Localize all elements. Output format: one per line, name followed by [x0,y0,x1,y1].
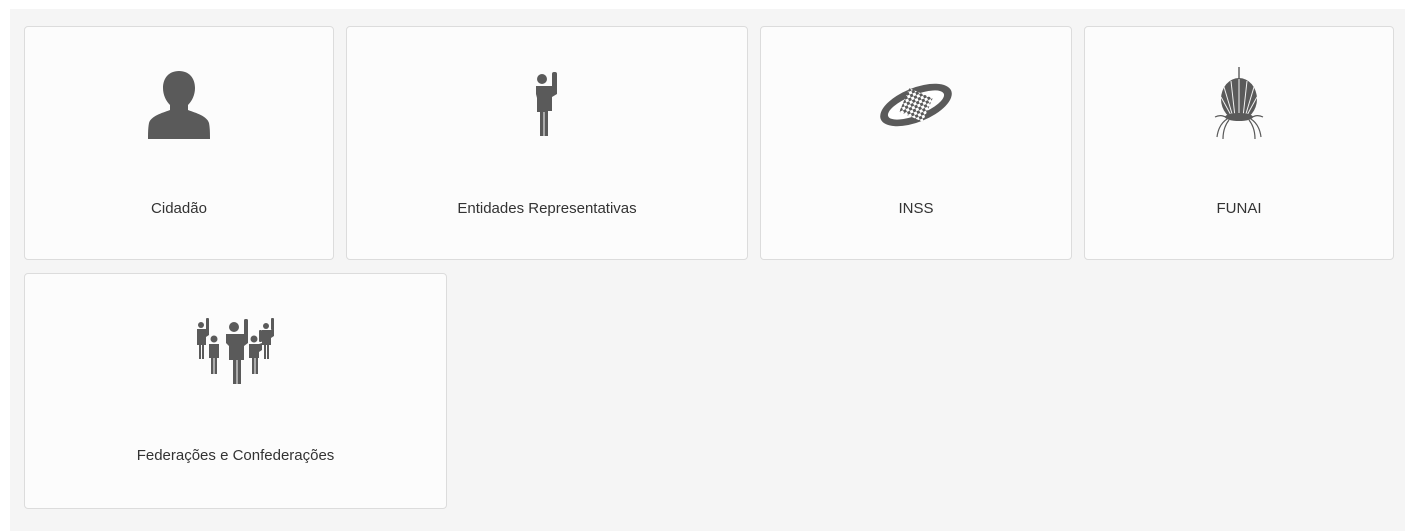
card-cidadao[interactable]: Cidadão [24,26,334,260]
card-label: Cidadão [151,200,207,217]
person-silhouette-icon [25,65,333,145]
card-federacoes-confederacoes[interactable]: Federações e Confederações [24,273,447,509]
card-entidades-representativas[interactable]: Entidades Representativas [346,26,748,260]
card-label: FUNAI [1216,200,1262,217]
funai-headdress-icon [1085,65,1393,145]
profile-selection-panel: Cidadão Entidades Representativas INSS F… [10,9,1405,531]
card-label: Entidades Representativas [457,200,637,217]
raised-hand-person-icon [347,65,747,145]
card-label: INSS [898,200,934,217]
group-raised-hands-icon [25,312,446,392]
inss-logo-icon [761,65,1071,145]
card-inss[interactable]: INSS [760,26,1072,260]
card-funai[interactable]: FUNAI [1084,26,1394,260]
card-label: Federações e Confederações [136,447,335,464]
